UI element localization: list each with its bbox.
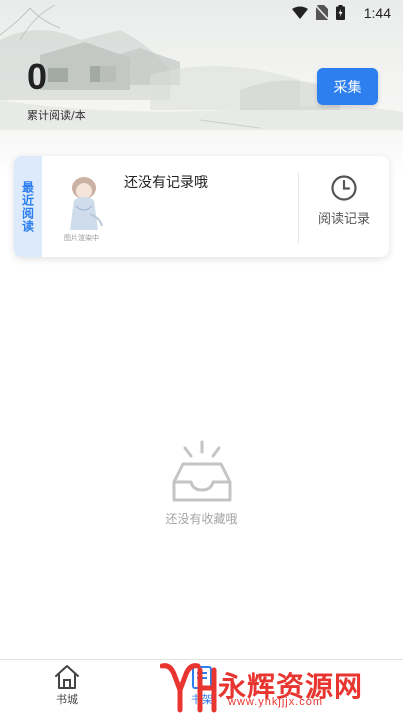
empty-inbox-icon [172, 440, 231, 502]
home-icon [55, 665, 79, 689]
card-divider [298, 172, 299, 244]
status-bar: 1:44 [0, 0, 403, 28]
watermark-logo [160, 663, 217, 713]
bookshelf-page: 1:44 0 累计阅读/本 采集 最近阅读 图片渲染中 还没有记录哦 阅读记录 [0, 0, 403, 716]
reading-history-label: 阅读记录 [317, 212, 370, 227]
recent-reading-card[interactable]: 最近阅读 图片渲染中 还没有记录哦 阅读记录 [14, 156, 389, 257]
battery-icon [336, 5, 345, 20]
collect-button[interactable]: 采集 [317, 68, 378, 105]
no-record-text: 还没有记录哦 [124, 175, 208, 191]
recent-reading-tag-label: 最近阅读 [20, 180, 35, 233]
read-count-label: 累计阅读/本 [27, 109, 86, 122]
favorites-empty-state: 还没有收藏哦 [0, 440, 403, 527]
status-time: 1:44 [363, 5, 391, 21]
clock-icon [331, 175, 357, 201]
status-icons [292, 5, 345, 20]
no-favorites-text: 还没有收藏哦 [165, 512, 238, 526]
no-sim-icon [316, 5, 328, 20]
reading-history-button[interactable]: 阅读记录 [304, 174, 384, 240]
cover-loading-caption: 图片渲染中 [64, 234, 99, 242]
tab-bookstore[interactable]: 书城 [37, 664, 97, 714]
watermark: 永辉资源网 www.yhkjjjx.com [160, 660, 380, 714]
tab-bookstore-label: 书城 [56, 693, 78, 706]
watermark-url: www.yhkjjjx.com [228, 696, 324, 708]
read-count: 0 [27, 56, 48, 97]
wifi-icon [292, 6, 308, 19]
recent-reading-tag: 最近阅读 [14, 156, 42, 257]
